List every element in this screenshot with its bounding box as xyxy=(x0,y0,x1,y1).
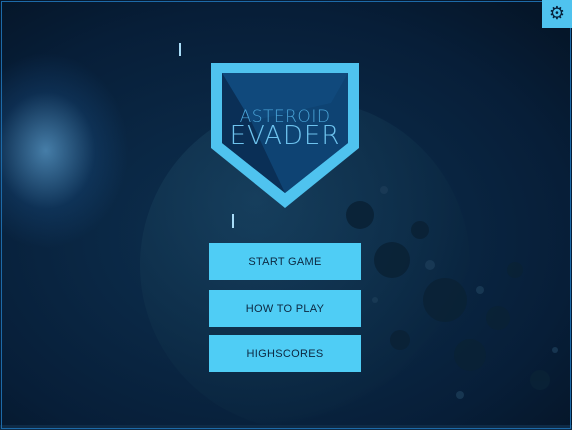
star-streak xyxy=(179,43,181,56)
start-game-button[interactable]: START GAME xyxy=(209,243,361,280)
gear-icon: ⚙ xyxy=(548,3,566,24)
bottom-strip xyxy=(0,425,572,430)
star-streak xyxy=(232,214,234,228)
game-screen: ⚙ ASTEROID EVADER START GAME HOW TO PLAY… xyxy=(0,0,572,430)
highscores-button[interactable]: HIGHSCORES xyxy=(209,335,361,372)
how-to-play-button[interactable]: HOW TO PLAY xyxy=(209,290,361,327)
settings-button[interactable]: ⚙ xyxy=(542,0,572,28)
logo-title-line2: EVADER xyxy=(229,121,341,151)
